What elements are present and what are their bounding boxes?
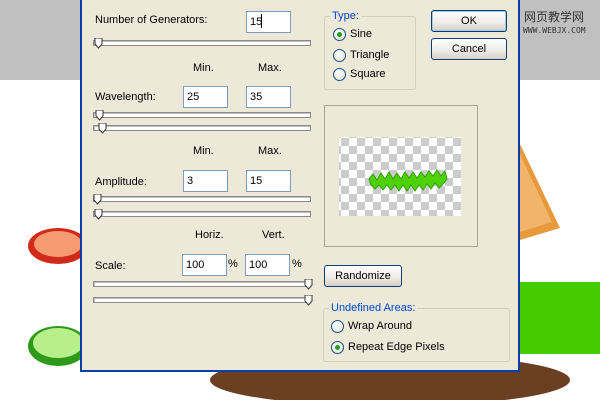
amplitude-max-thumb[interactable] [94,209,103,220]
wavelength-min-slider[interactable] [93,112,311,118]
scale-label: Scale: [95,260,126,272]
wavelength-max-slider[interactable] [93,125,311,131]
amplitude-max-slider[interactable] [93,211,311,217]
amplitude-label: Amplitude: [95,176,147,188]
watermark-url: WWW.WEBJX.COM [523,26,586,35]
amplitude-min-header: Min. [193,145,214,157]
wavelength-min-input[interactable]: 25 [183,86,228,108]
scale-vert-input[interactable]: 100 [245,254,290,276]
wrap-around-radio[interactable] [331,320,344,333]
amplitude-max-input[interactable]: 15 [246,170,291,192]
wavelength-min-header: Min. [193,62,214,74]
wavelength-max-input[interactable]: 35 [246,86,291,108]
generators-slider-track[interactable] [93,40,311,46]
type-triangle-label[interactable]: Triangle [350,49,389,61]
type-group-title: Type: [330,10,361,22]
scale-vert-thumb[interactable] [304,295,313,306]
ok-button[interactable]: OK [431,10,507,32]
type-square-label[interactable]: Square [350,68,385,80]
amplitude-min-input[interactable]: 3 [183,170,228,192]
scale-horiz-input[interactable]: 100 [182,254,227,276]
wavelength-max-header: Max. [258,62,282,74]
watermark-text: 网页教学网 [524,9,584,24]
undefined-areas-title: Undefined Areas: [329,302,418,314]
undefined-areas-group [323,308,510,362]
text-cursor [261,14,262,28]
repeat-edge-pixels-radio[interactable] [331,341,344,354]
scale-vert-header: Vert. [262,229,285,241]
amplitude-min-thumb[interactable] [93,194,102,205]
wave-filter-dialog: Number of Generators: 15 Min. Max. Wavel… [80,0,520,372]
scale-horiz-unit: % [228,258,238,270]
amplitude-min-slider[interactable] [93,196,311,202]
cancel-button[interactable]: Cancel [431,38,507,60]
scale-vert-unit: % [292,258,302,270]
type-sine-radio[interactable] [333,28,346,41]
scale-horiz-slider[interactable] [93,281,311,287]
preview-panel [324,105,478,247]
scale-horiz-thumb[interactable] [304,279,313,290]
wavelength-max-thumb[interactable] [98,123,107,134]
type-triangle-radio[interactable] [333,49,346,62]
randomize-button[interactable]: Randomize [324,265,402,287]
wavelength-min-thumb[interactable] [95,110,104,121]
wavelength-label: Wavelength: [95,91,156,103]
generators-label: Number of Generators: [95,14,208,26]
type-square-radio[interactable] [333,68,346,81]
amplitude-max-header: Max. [258,145,282,157]
type-sine-label[interactable]: Sine [350,28,372,40]
generators-slider-thumb[interactable] [94,38,103,49]
scale-vert-slider[interactable] [93,297,311,303]
generators-input[interactable]: 15 [246,11,291,33]
scale-horiz-header: Horiz. [195,229,224,241]
wave-preview-image [339,137,461,216]
repeat-edge-pixels-label[interactable]: Repeat Edge Pixels [348,341,445,353]
wrap-around-label[interactable]: Wrap Around [348,320,412,332]
